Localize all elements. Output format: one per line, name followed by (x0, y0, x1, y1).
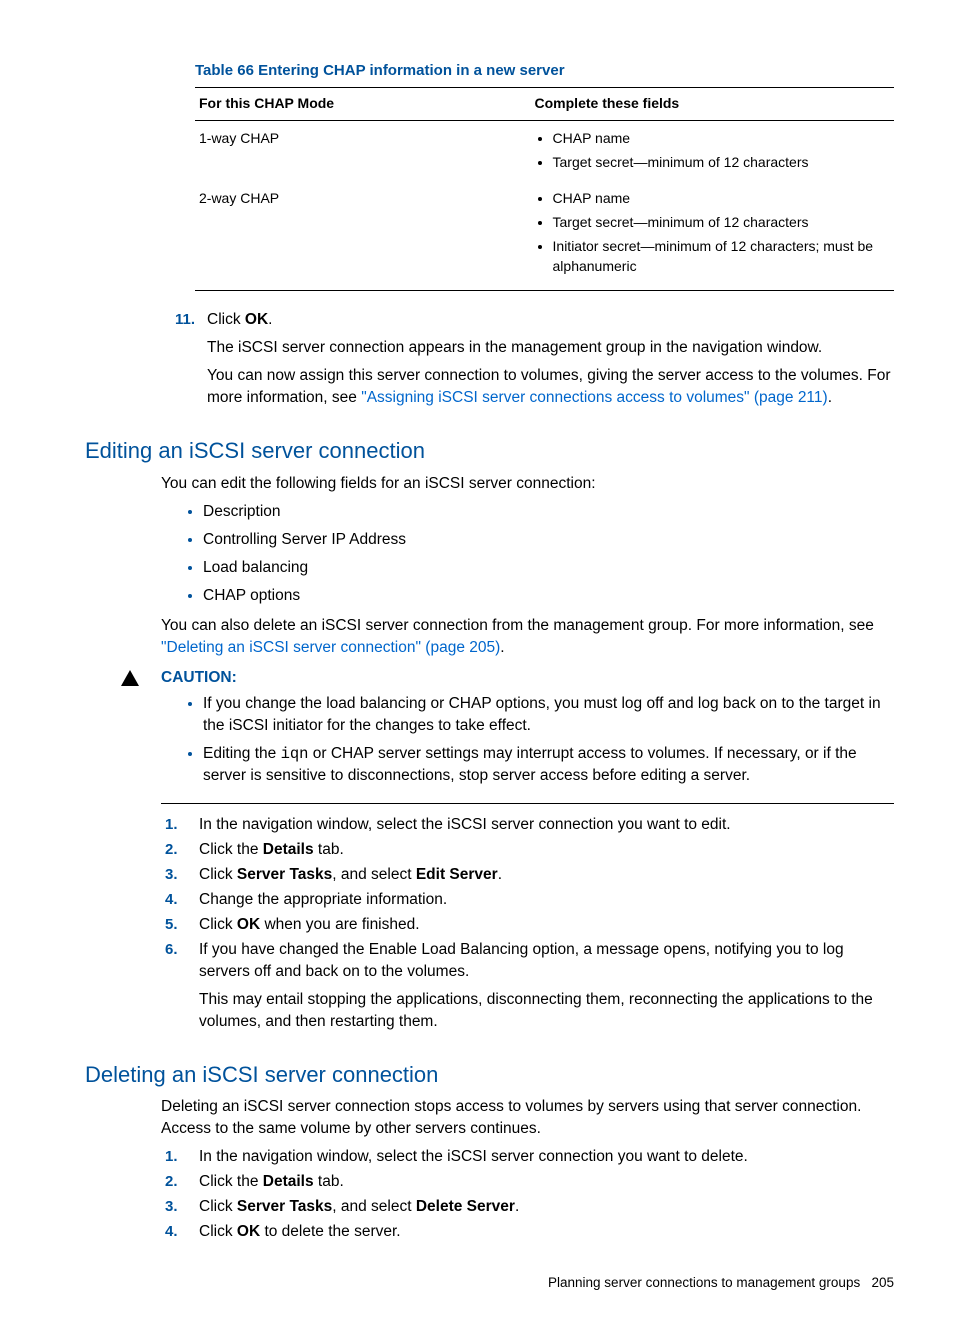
step-text: If you have changed the Enable Load Bala… (199, 939, 894, 1039)
step-number: 1. (161, 814, 199, 836)
delete-steps: 1.In the navigation window, select the i… (85, 1146, 894, 1243)
table-cell: 2-way CHAP (195, 181, 531, 291)
list-item: Target secret—minimum of 12 characters (553, 213, 890, 233)
step-number: 2. (161, 839, 199, 861)
paragraph: You can also delete an iSCSI server conn… (85, 615, 894, 659)
step-text: Click the Details tab. (199, 839, 894, 861)
heading-deleting: Deleting an iSCSI server connection (85, 1059, 894, 1090)
table-header: Complete these fields (531, 88, 894, 121)
step-number: 4. (161, 889, 199, 911)
step-number: 5. (161, 914, 199, 936)
step-11: 11. Click OK. The iSCSI server connectio… (85, 309, 894, 415)
editable-fields-list: Description Controlling Server IP Addres… (85, 501, 894, 607)
caution-label: CAUTION: (161, 667, 894, 689)
step-number: 2. (161, 1171, 199, 1193)
table-row: 1-way CHAP CHAP name Target secret—minim… (195, 121, 894, 181)
step-text: Change the appropriate information. (199, 889, 894, 911)
step-text: You can now assign this server connectio… (207, 365, 894, 409)
step-text: In the navigation window, select the iSC… (199, 814, 894, 836)
chap-table: For this CHAP Mode Complete these fields… (195, 87, 894, 291)
step-text: Click Server Tasks, and select Edit Serv… (199, 864, 894, 886)
list-item: CHAP name (553, 129, 890, 149)
table-cell: 1-way CHAP (195, 121, 531, 181)
table-cell: CHAP name Target secret—minimum of 12 ch… (531, 181, 894, 291)
caution-block: CAUTION: If you change the load balancin… (85, 667, 894, 793)
table-header: For this CHAP Mode (195, 88, 531, 121)
page-footer: Planning server connections to managemen… (85, 1273, 894, 1292)
link-assign-iscsi[interactable]: "Assigning iSCSI server connections acce… (361, 389, 827, 406)
paragraph: Deleting an iSCSI server connection stop… (85, 1096, 894, 1140)
table-row: 2-way CHAP CHAP name Target secret—minim… (195, 181, 894, 291)
step-text: Click Server Tasks, and select Delete Se… (199, 1196, 894, 1218)
caution-icon (121, 667, 161, 793)
step-text: The iSCSI server connection appears in t… (207, 337, 894, 359)
step-text: Click the Details tab. (199, 1171, 894, 1193)
list-item: Description (203, 501, 894, 523)
link-deleting-iscsi[interactable]: "Deleting an iSCSI server connection" (p… (161, 639, 500, 656)
list-item: If you change the load balancing or CHAP… (203, 693, 894, 737)
list-item: CHAP name (553, 189, 890, 209)
table-caption: Table 66 Entering CHAP information in a … (85, 60, 894, 81)
heading-editing: Editing an iSCSI server connection (85, 435, 894, 466)
list-item: CHAP options (203, 585, 894, 607)
edit-steps: 1.In the navigation window, select the i… (85, 814, 894, 1039)
step-number: 4. (161, 1221, 199, 1243)
list-item: Controlling Server IP Address (203, 529, 894, 551)
step-number: 3. (161, 1196, 199, 1218)
list-item: Target secret—minimum of 12 characters (553, 153, 890, 173)
step-number: 1. (161, 1146, 199, 1168)
step-text: Click OK. (207, 309, 894, 331)
step-number: 6. (161, 939, 199, 1039)
divider (161, 803, 894, 804)
list-item: Initiator secret—minimum of 12 character… (553, 237, 890, 277)
step-text: Click OK when you are finished. (199, 914, 894, 936)
step-text: Click OK to delete the server. (199, 1221, 894, 1243)
list-item: Load balancing (203, 557, 894, 579)
paragraph: You can edit the following fields for an… (85, 473, 894, 495)
step-text: In the navigation window, select the iSC… (199, 1146, 894, 1168)
table-cell: CHAP name Target secret—minimum of 12 ch… (531, 121, 894, 181)
step-number: 11. (161, 309, 207, 415)
step-number: 3. (161, 864, 199, 886)
list-item: Editing the iqn or CHAP server settings … (203, 743, 894, 787)
